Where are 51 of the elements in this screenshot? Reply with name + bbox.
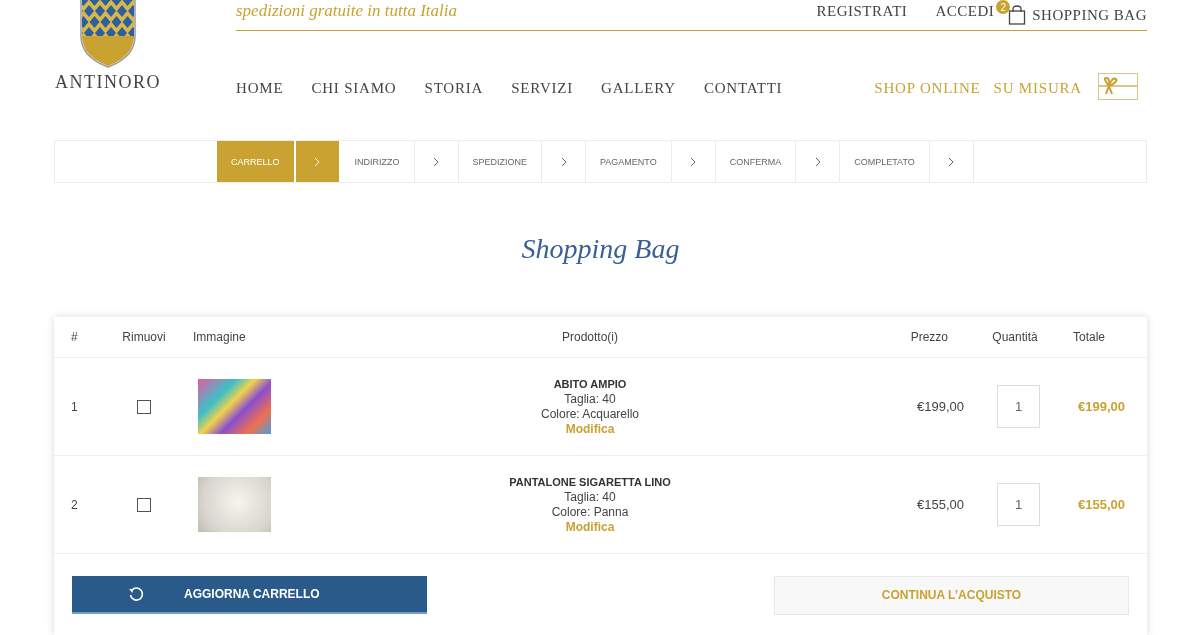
row-number: 2: [70, 497, 79, 512]
product-color: Colore: Acquarello: [540, 406, 640, 422]
checkout-step[interactable]: INDIRIZZO: [340, 141, 415, 182]
column-header: Rimuovi: [122, 330, 166, 344]
column-header: Quantità: [992, 330, 1038, 344]
shield-logo-icon: [78, 0, 138, 68]
chevron-right-icon: [690, 156, 697, 167]
price-cell-text: €155,00: [916, 497, 965, 512]
nav-link[interactable]: CONTATTI: [703, 80, 783, 97]
product-name: ABITO AMPIO: [553, 376, 627, 392]
total-cell-text: €199,00: [1077, 399, 1126, 414]
nav-link[interactable]: STORIA: [424, 80, 484, 97]
nav-link[interactable]: CHI SIAMO: [311, 80, 397, 97]
shipping-tagline: spedizioni gratuite in tutta Italia: [236, 1, 458, 21]
product-size: Taglia: 40: [564, 391, 616, 407]
product-color: Colore: Panna: [551, 504, 629, 520]
nav-link[interactable]: HOME: [236, 80, 284, 97]
remove-checkbox[interactable]: [137, 497, 151, 512]
account-link[interactable]: ACCEDI: [935, 2, 995, 20]
chevron-right-icon: [948, 156, 955, 167]
account-link[interactable]: REGISTRATI: [816, 2, 908, 20]
remove-checkbox[interactable]: [137, 399, 151, 414]
total-cell-text: €155,00: [1077, 497, 1126, 512]
checkout-step[interactable]: PAGAMENTO: [586, 141, 672, 182]
chevron-right-icon: [560, 156, 567, 167]
row-number: 1: [70, 399, 79, 414]
checkout-step[interactable]: COMPLETATO: [840, 141, 930, 182]
quantity-field[interactable]: 1: [997, 385, 1040, 428]
brand-name: ANTINORO: [55, 72, 161, 93]
product-size: Taglia: 40: [564, 489, 616, 505]
checkout-step[interactable]: CONFERMA: [715, 141, 797, 182]
page-title: Shopping Bag: [520, 233, 681, 265]
chevron-right-icon: [433, 156, 439, 167]
column-header: Prezzo: [909, 330, 949, 344]
column-header: Prodotto(i): [561, 330, 619, 344]
price-cell-text: €199,00: [916, 399, 965, 414]
shopping-bag-icon[interactable]: [1008, 5, 1027, 25]
product-name: PANTALONE SIGARETTA LINO: [509, 474, 671, 490]
checkout-step[interactable]: SPEDIZIONE: [458, 141, 543, 182]
nav-link[interactable]: SERVIZI: [511, 80, 574, 97]
shopping-bag-link[interactable]: SHOPPING BAG: [1032, 6, 1147, 24]
quantity-field[interactable]: 1: [997, 483, 1040, 526]
chevron-right-icon: [314, 156, 320, 167]
refresh-icon: [128, 586, 144, 602]
update-cart-button[interactable]: AGGIORNA CARRELLO: [72, 576, 427, 614]
chevron-right-icon: [814, 156, 821, 167]
column-header: #: [70, 330, 79, 344]
nav-link[interactable]: GALLERY: [601, 80, 676, 97]
column-header: Totale: [1072, 330, 1107, 344]
cart-count-badge: 2: [996, 0, 1011, 14]
column-header: Immagine: [192, 330, 247, 344]
